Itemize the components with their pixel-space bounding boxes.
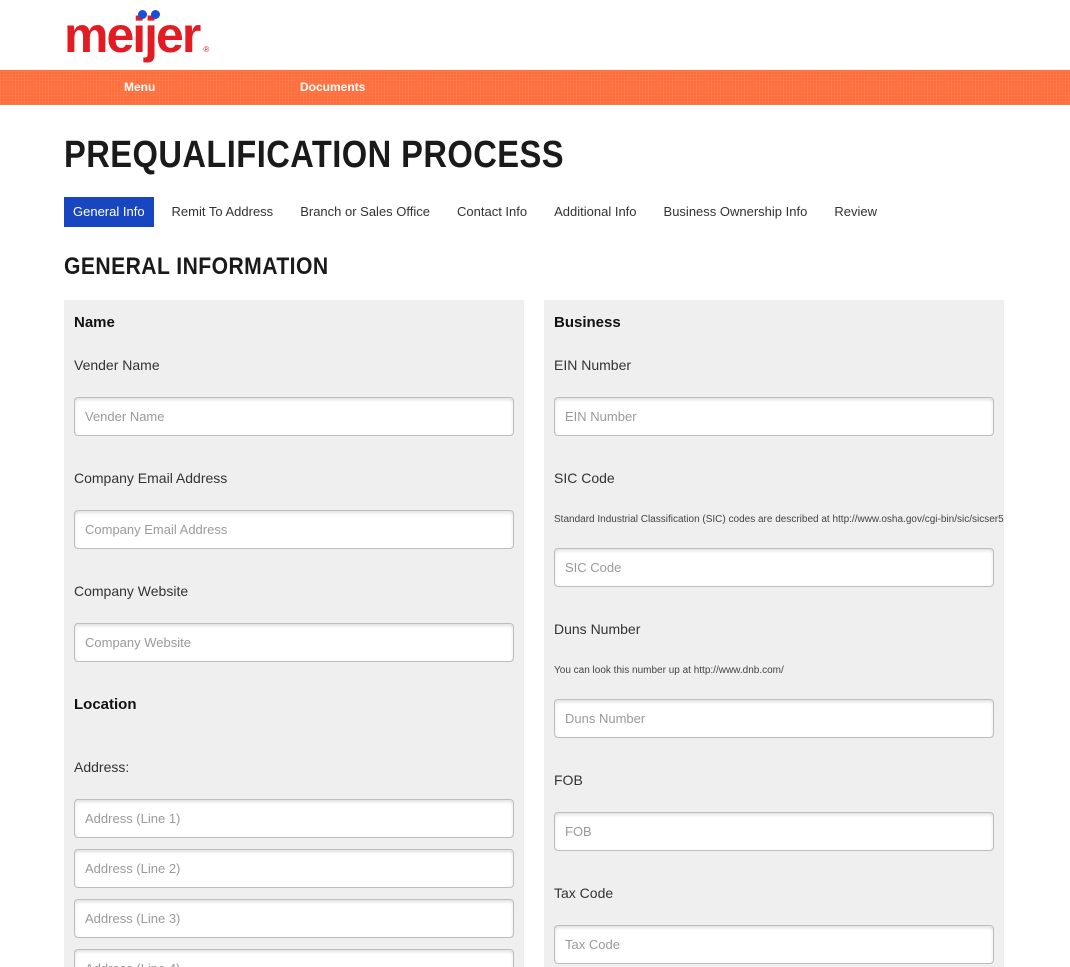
website-input[interactable] [74, 623, 514, 662]
website-label: Company Website [74, 583, 189, 599]
step-tabs: General Info Remit To Address Branch or … [64, 197, 895, 227]
duns-input[interactable] [554, 699, 994, 738]
fob-label: FOB [554, 772, 583, 788]
location-heading: Location [74, 696, 137, 713]
address-label: Address: [74, 759, 130, 775]
sic-help-text: Standard Industrial Classification (SIC)… [554, 514, 1004, 525]
business-panel: Business EIN Number SIC Code Standard In… [544, 300, 1004, 967]
tab-additional-info[interactable]: Additional Info [545, 197, 645, 227]
tab-review[interactable]: Review [825, 197, 886, 227]
tax-code-input[interactable] [554, 925, 994, 964]
top-nav-bar: Menu Documents [0, 70, 1070, 105]
logo-wordmark: meijer [64, 7, 201, 63]
address-line-1-input[interactable] [74, 799, 514, 838]
business-heading: Business [554, 314, 621, 331]
fob-input[interactable] [554, 812, 994, 851]
tab-business-ownership-info[interactable]: Business Ownership Info [655, 197, 817, 227]
address-line-2-input[interactable] [74, 849, 514, 888]
address-line-3-input[interactable] [74, 899, 514, 938]
sic-label: SIC Code [554, 470, 615, 486]
tax-code-label: Tax Code [554, 885, 614, 901]
sic-input[interactable] [554, 548, 994, 587]
registered-mark: ® [203, 45, 210, 54]
email-label: Company Email Address [74, 470, 228, 486]
tab-contact-info[interactable]: Contact Info [448, 197, 536, 227]
duns-label: Duns Number [554, 621, 641, 637]
logo-dots-icon [138, 10, 168, 20]
name-location-panel: Name Vender Name Company Email Address C… [64, 300, 524, 967]
nav-documents-link[interactable]: Documents [300, 70, 365, 105]
vendor-name-input[interactable] [74, 397, 514, 436]
name-heading: Name [74, 314, 115, 331]
email-input[interactable] [74, 510, 514, 549]
tab-remit-to-address[interactable]: Remit To Address [163, 197, 283, 227]
meijer-logo[interactable]: meijer ® [64, 6, 209, 66]
duns-help-text: You can look this number up at http://ww… [554, 665, 784, 676]
ein-label: EIN Number [554, 357, 632, 373]
address-line-4-input[interactable] [74, 949, 514, 967]
nav-menu-link[interactable]: Menu [124, 70, 155, 105]
ein-input[interactable] [554, 397, 994, 436]
page-title: PREQUALIFICATION PROCESS [64, 134, 564, 176]
vendor-name-label: Vender Name [74, 357, 160, 373]
tab-general-info[interactable]: General Info [64, 197, 154, 227]
tab-branch-or-sales-office[interactable]: Branch or Sales Office [291, 197, 439, 227]
section-title: GENERAL INFORMATION [64, 253, 329, 280]
